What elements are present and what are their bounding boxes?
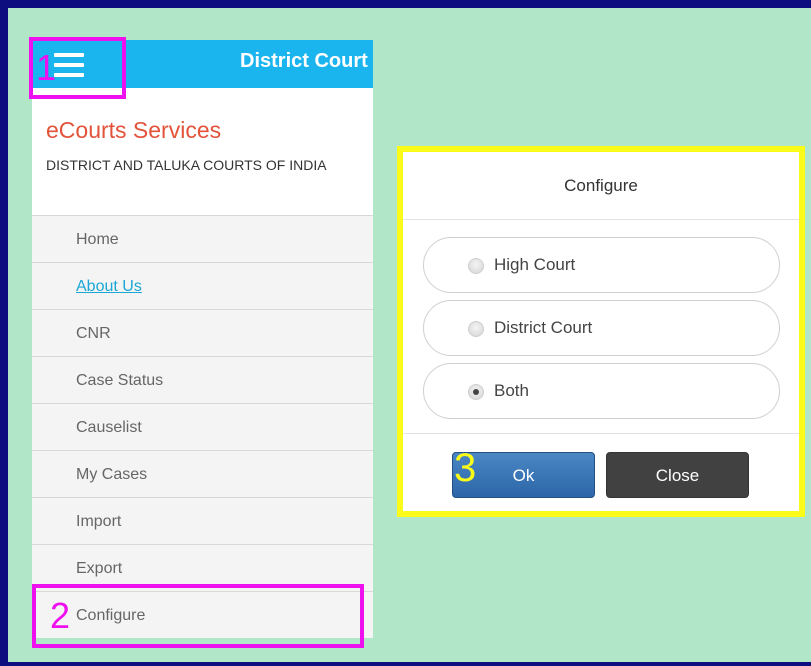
brand-title: eCourts Services: [46, 117, 222, 143]
brand-subtitle: DISTRICT AND TALUKA COURTS OF INDIA: [46, 157, 327, 173]
option-label-district-court: District Court: [494, 318, 593, 337]
nav-item-about-us[interactable]: About Us: [32, 263, 373, 310]
nav-list: Home About Us CNR Case Status Causelist …: [32, 216, 373, 638]
option-both[interactable]: Both: [423, 363, 780, 419]
drawer-header: eCourts Services DISTRICT AND TALUKA COU…: [32, 88, 373, 216]
nav-item-configure[interactable]: Configure: [32, 592, 373, 638]
option-district-court[interactable]: District Court: [423, 300, 780, 356]
nav-item-import[interactable]: Import: [32, 498, 373, 545]
option-high-court[interactable]: High Court: [423, 237, 780, 293]
app-header: District Court: [32, 40, 373, 88]
configure-dialog: Configure High Court District Court Both…: [397, 146, 805, 517]
header-title: District Court: [240, 50, 368, 72]
nav-item-home[interactable]: Home: [32, 216, 373, 263]
radio-both[interactable]: [468, 384, 484, 400]
option-label-both: Both: [494, 381, 529, 400]
ok-button[interactable]: Ok: [452, 452, 595, 498]
app-panel: District Court eCourts Services DISTRICT…: [32, 40, 373, 638]
close-button[interactable]: Close: [606, 452, 749, 498]
nav-item-my-cases[interactable]: My Cases: [32, 451, 373, 498]
dialog-title: Configure: [403, 152, 799, 220]
radio-high-court[interactable]: [468, 258, 484, 274]
radio-district-court[interactable]: [468, 321, 484, 337]
nav-item-causelist[interactable]: Causelist: [32, 404, 373, 451]
nav-item-cnr[interactable]: CNR: [32, 310, 373, 357]
dialog-footer: Ok Close: [403, 433, 799, 511]
option-label-high-court: High Court: [494, 255, 576, 274]
hamburger-menu-icon[interactable]: [54, 53, 84, 77]
nav-item-case-status[interactable]: Case Status: [32, 357, 373, 404]
nav-item-export[interactable]: Export: [32, 545, 373, 592]
